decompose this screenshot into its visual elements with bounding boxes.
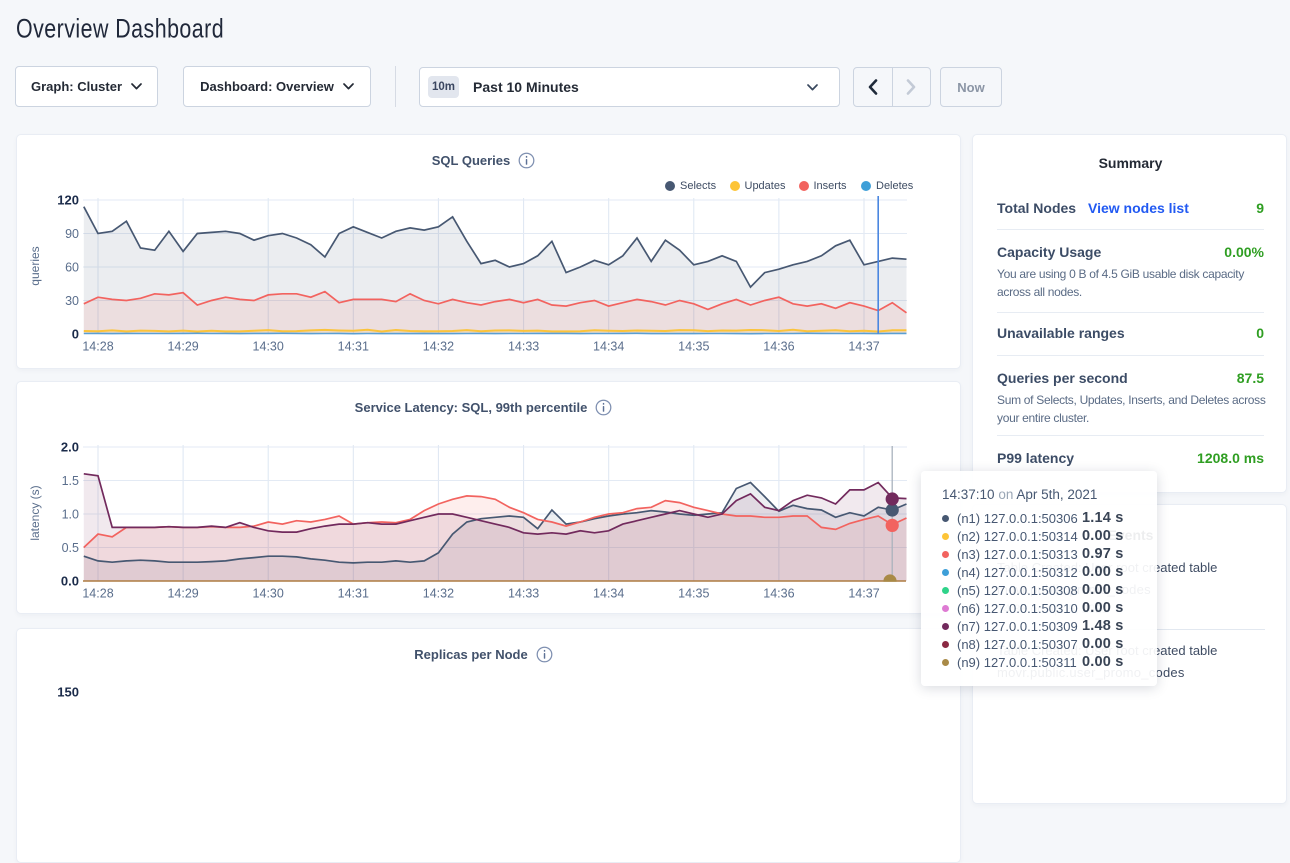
svg-text:14:33: 14:33 — [508, 587, 539, 601]
svg-text:90: 90 — [65, 227, 79, 241]
svg-text:150: 150 — [57, 685, 79, 700]
svg-text:queries: queries — [28, 246, 42, 285]
svg-text:14:28: 14:28 — [82, 587, 113, 601]
svg-text:14:35: 14:35 — [678, 340, 709, 354]
svg-text:0.5: 0.5 — [62, 541, 79, 555]
svg-text:14:30: 14:30 — [253, 587, 284, 601]
svg-text:60: 60 — [65, 261, 79, 275]
svg-text:14:36: 14:36 — [763, 340, 794, 354]
svg-text:14:33: 14:33 — [508, 340, 539, 354]
svg-text:0: 0 — [72, 327, 79, 342]
svg-text:14:37: 14:37 — [848, 587, 879, 601]
svg-text:14:28: 14:28 — [82, 340, 113, 354]
svg-text:14:35: 14:35 — [678, 587, 709, 601]
svg-text:14:30: 14:30 — [253, 340, 284, 354]
svg-text:latency (s): latency (s) — [28, 485, 42, 540]
svg-text:14:29: 14:29 — [167, 587, 198, 601]
svg-text:14:32: 14:32 — [423, 340, 454, 354]
svg-text:0.0: 0.0 — [61, 574, 79, 589]
svg-text:14:29: 14:29 — [167, 340, 198, 354]
svg-text:14:31: 14:31 — [338, 340, 369, 354]
svg-text:120: 120 — [57, 193, 79, 208]
svg-text:2.0: 2.0 — [61, 440, 79, 455]
svg-text:14:34: 14:34 — [593, 587, 624, 601]
svg-text:14:36: 14:36 — [763, 587, 794, 601]
svg-text:30: 30 — [65, 294, 79, 308]
svg-text:14:34: 14:34 — [593, 340, 624, 354]
svg-text:1.5: 1.5 — [62, 474, 79, 488]
svg-text:14:32: 14:32 — [423, 587, 454, 601]
svg-text:14:31: 14:31 — [338, 587, 369, 601]
svg-text:14:37: 14:37 — [848, 340, 879, 354]
svg-text:1.0: 1.0 — [62, 508, 79, 522]
